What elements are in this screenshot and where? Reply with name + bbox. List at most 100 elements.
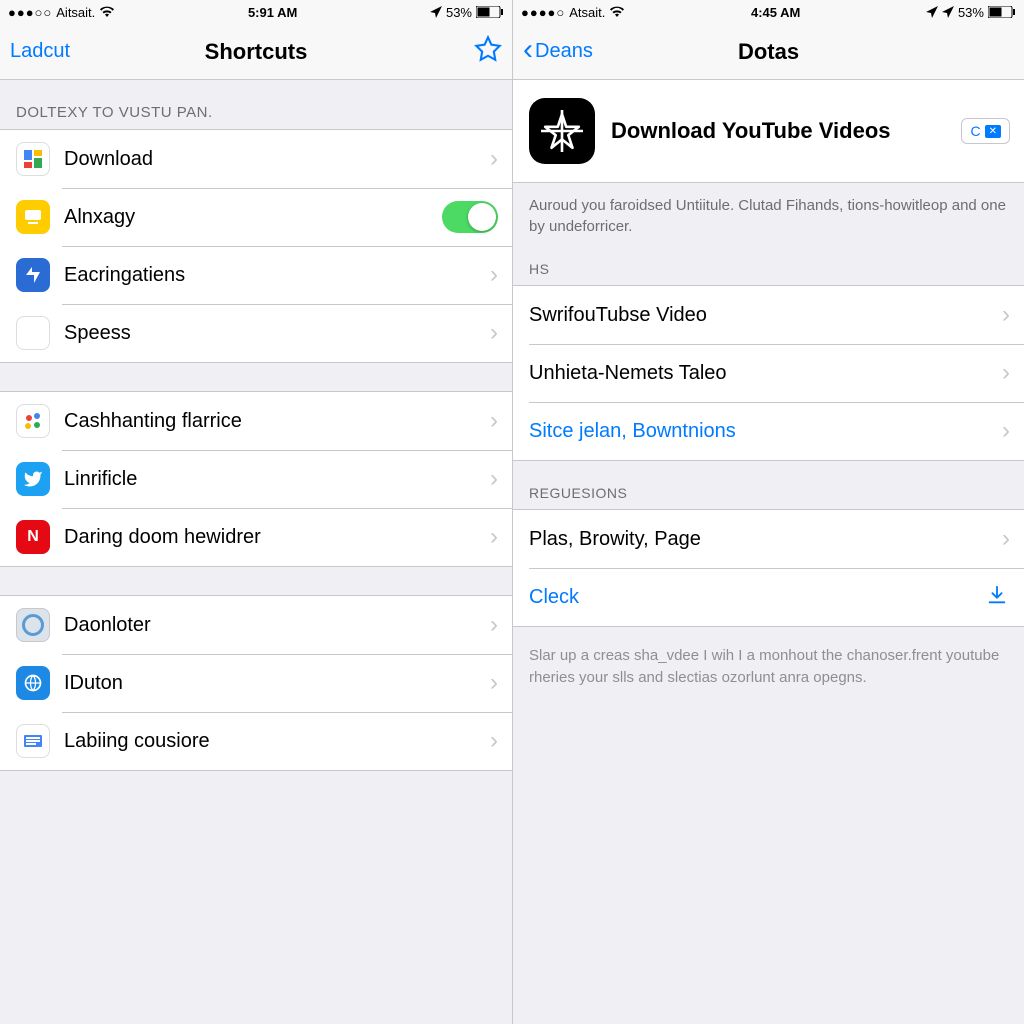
row-download[interactable]: Download › — [0, 130, 512, 188]
app-icon: N — [16, 316, 50, 350]
signal-dots-icon: ●●●○○ — [8, 5, 52, 20]
carrier-label: Atsait. — [569, 5, 605, 20]
status-right: 53% — [926, 5, 1016, 20]
action-pill[interactable]: C ✕ — [961, 118, 1010, 144]
toggle-switch[interactable] — [442, 201, 498, 233]
chevron-right-icon: › — [490, 465, 498, 493]
location-icon — [926, 6, 938, 18]
status-bar: ●●●●○ Atsait. 4:45 AM 53% — [513, 0, 1024, 24]
app-icon — [16, 724, 50, 758]
row-label: Eacringatiens — [64, 264, 490, 287]
nav-back-button[interactable]: Ladcut — [10, 40, 90, 63]
status-bar: ●●●○○ Aitsait. 5:91 AM 53% — [0, 0, 512, 24]
battery-percent: 53% — [446, 5, 472, 20]
row-label: Linrificle — [64, 468, 490, 491]
list-section-3: Daonloter › IDuton › Labiing cousiore › — [0, 595, 512, 771]
list-section-1: Download › Alnxagy Eacringatiens › N Spe… — [0, 129, 512, 363]
row-iduton[interactable]: IDuton › — [0, 654, 512, 712]
section-header-hs: HS — [513, 237, 1024, 285]
row-label: Alnxagy — [64, 206, 442, 229]
status-right: 53% — [430, 5, 504, 20]
footer-note: Slar up a creas sha_vdee I wih I a monho… — [513, 627, 1024, 707]
wifi-icon — [99, 6, 115, 18]
left-phone: ●●●○○ Aitsait. 5:91 AM 53% Ladcut Shortc… — [0, 0, 512, 1024]
chevron-right-icon: › — [490, 669, 498, 697]
row-linrificle[interactable]: Linrificle › — [0, 450, 512, 508]
row-label: IDuton — [64, 672, 490, 695]
row-speess[interactable]: N Speess › — [0, 304, 512, 362]
row-label: Labiing cousiore — [64, 730, 490, 753]
row-eacringatiens[interactable]: Eacringatiens › — [0, 246, 512, 304]
carrier-label: Aitsait. — [56, 5, 95, 20]
row-cashhanting[interactable]: Cashhanting flarrice › — [0, 392, 512, 450]
detail-description: Auroud you faroidsed Untiitule. Clutad F… — [513, 183, 1024, 237]
download-icon — [986, 584, 1008, 611]
app-icon — [16, 200, 50, 234]
app-icon — [16, 404, 50, 438]
row-sitce[interactable]: Sitce jelan, Bowntnions › — [513, 402, 1024, 460]
nav-back-label: Ladcut — [10, 40, 70, 63]
chevron-right-icon: › — [490, 523, 498, 551]
nav-back-label: Deans — [535, 40, 593, 63]
status-time: 5:91 AM — [248, 5, 297, 20]
row-label: Plas, Browity, Page — [529, 528, 1002, 551]
section-header-req: REGUESIONS — [513, 461, 1024, 509]
chevron-right-icon: › — [490, 261, 498, 289]
chevron-right-icon: › — [490, 727, 498, 755]
nav-bar: ‹ Deans Dotas — [513, 24, 1024, 80]
nav-title: Shortcuts — [205, 39, 308, 65]
row-daring[interactable]: N Daring doom hewidrer › — [0, 508, 512, 566]
battery-icon — [988, 6, 1016, 18]
chevron-right-icon: › — [490, 407, 498, 435]
row-label: Download — [64, 148, 490, 171]
app-icon — [16, 608, 50, 642]
row-daonloter[interactable]: Daonloter › — [0, 596, 512, 654]
close-icon: ✕ — [985, 125, 1001, 138]
right-phone: ●●●●○ Atsait. 4:45 AM 53% ‹ Deans Dotas — [512, 0, 1024, 1024]
row-labiing[interactable]: Labiing cousiore › — [0, 712, 512, 770]
row-label: Speess — [64, 322, 490, 345]
row-label: Daring doom hewidrer — [64, 526, 490, 549]
signal-dots-icon: ●●●●○ — [521, 5, 565, 20]
row-label: SwrifouTubse Video — [529, 304, 1002, 327]
chevron-left-icon: ‹ — [523, 35, 533, 65]
status-left: ●●●○○ Aitsait. — [8, 5, 115, 20]
app-icon — [16, 462, 50, 496]
row-label: Cleck — [529, 586, 986, 609]
battery-icon — [476, 6, 504, 18]
list-section-2: Cashhanting flarrice › Linrificle › N Da… — [0, 391, 512, 567]
wifi-icon — [609, 6, 625, 18]
detail-title: Download YouTube Videos — [611, 117, 945, 145]
row-swrifoutubse[interactable]: SwrifouTubse Video › — [513, 286, 1024, 344]
app-icon — [16, 666, 50, 700]
row-label: Unhieta-Nemets Taleo — [529, 362, 1002, 385]
app-icon — [16, 142, 50, 176]
chevron-right-icon: › — [1002, 417, 1010, 445]
chevron-right-icon: › — [490, 319, 498, 347]
row-label: Daonloter — [64, 614, 490, 637]
app-icon: N — [16, 520, 50, 554]
chevron-right-icon: › — [490, 611, 498, 639]
row-plas[interactable]: Plas, Browity, Page › — [513, 510, 1024, 568]
row-unhieta[interactable]: Unhieta-Nemets Taleo › — [513, 344, 1024, 402]
status-left: ●●●●○ Atsait. — [521, 5, 625, 20]
favorite-button[interactable] — [474, 35, 502, 68]
nav-title: Dotas — [738, 39, 799, 65]
detail-header: Download YouTube Videos C ✕ — [513, 80, 1024, 183]
chevron-right-icon: › — [1002, 301, 1010, 329]
location-icon — [430, 6, 442, 18]
battery-percent: 53% — [958, 5, 984, 20]
app-icon — [16, 258, 50, 292]
shortcut-icon — [529, 98, 595, 164]
location-icon — [942, 6, 954, 18]
status-time: 4:45 AM — [751, 5, 800, 20]
nav-bar: Ladcut Shortcuts — [0, 24, 512, 80]
row-cleck[interactable]: Cleck — [513, 568, 1024, 626]
row-alnxagy[interactable]: Alnxagy — [0, 188, 512, 246]
nav-back-button[interactable]: ‹ Deans — [523, 39, 603, 65]
list-req: Plas, Browity, Page › Cleck — [513, 509, 1024, 627]
row-label: Sitce jelan, Bowntnions — [529, 420, 1002, 443]
chevron-right-icon: › — [490, 145, 498, 173]
list-hs: SwrifouTubse Video › Unhieta-Nemets Tale… — [513, 285, 1024, 461]
pill-label: C — [970, 123, 980, 139]
